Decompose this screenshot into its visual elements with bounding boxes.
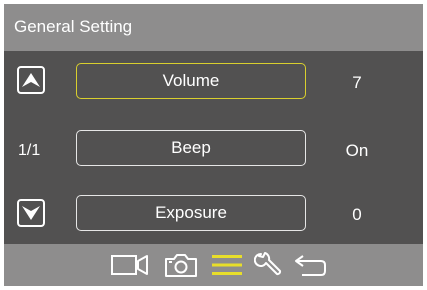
title-bar: General Setting: [4, 4, 423, 51]
bottom-tab-bar: [4, 244, 423, 286]
tab-photo[interactable]: [163, 249, 199, 281]
setting-beep-value: On: [345, 141, 369, 160]
setting-volume-value: 7: [352, 73, 362, 92]
setting-label: Volume: [162, 71, 220, 90]
tab-settings-menu[interactable]: [211, 249, 243, 281]
scroll-up-button[interactable]: [17, 66, 45, 94]
tab-back[interactable]: [292, 249, 328, 281]
page-title: General Setting: [14, 17, 133, 36]
tab-tools[interactable]: [253, 249, 283, 281]
arrow-down-icon: [22, 206, 40, 220]
video-camera-icon: [111, 255, 148, 275]
setting-label: Exposure: [155, 203, 227, 222]
setting-exposure-value: 0: [352, 205, 362, 224]
menu-icon: [212, 255, 242, 275]
setting-exposure-button[interactable]: Exposure: [76, 195, 306, 231]
settings-screen: General Setting Volume 7 1/1 Beep On Exp…: [4, 4, 423, 286]
photo-camera-icon: [165, 254, 197, 277]
setting-beep-button[interactable]: Beep: [76, 130, 306, 166]
page-indicator: 1/1: [18, 142, 41, 159]
back-icon: [295, 255, 326, 276]
tab-video[interactable]: [110, 249, 150, 281]
scroll-down-button[interactable]: [17, 199, 45, 227]
setting-volume-button[interactable]: Volume: [76, 63, 306, 99]
setting-label: Beep: [171, 138, 211, 157]
wrench-icon: [254, 252, 282, 276]
arrow-up-icon: [22, 73, 40, 87]
